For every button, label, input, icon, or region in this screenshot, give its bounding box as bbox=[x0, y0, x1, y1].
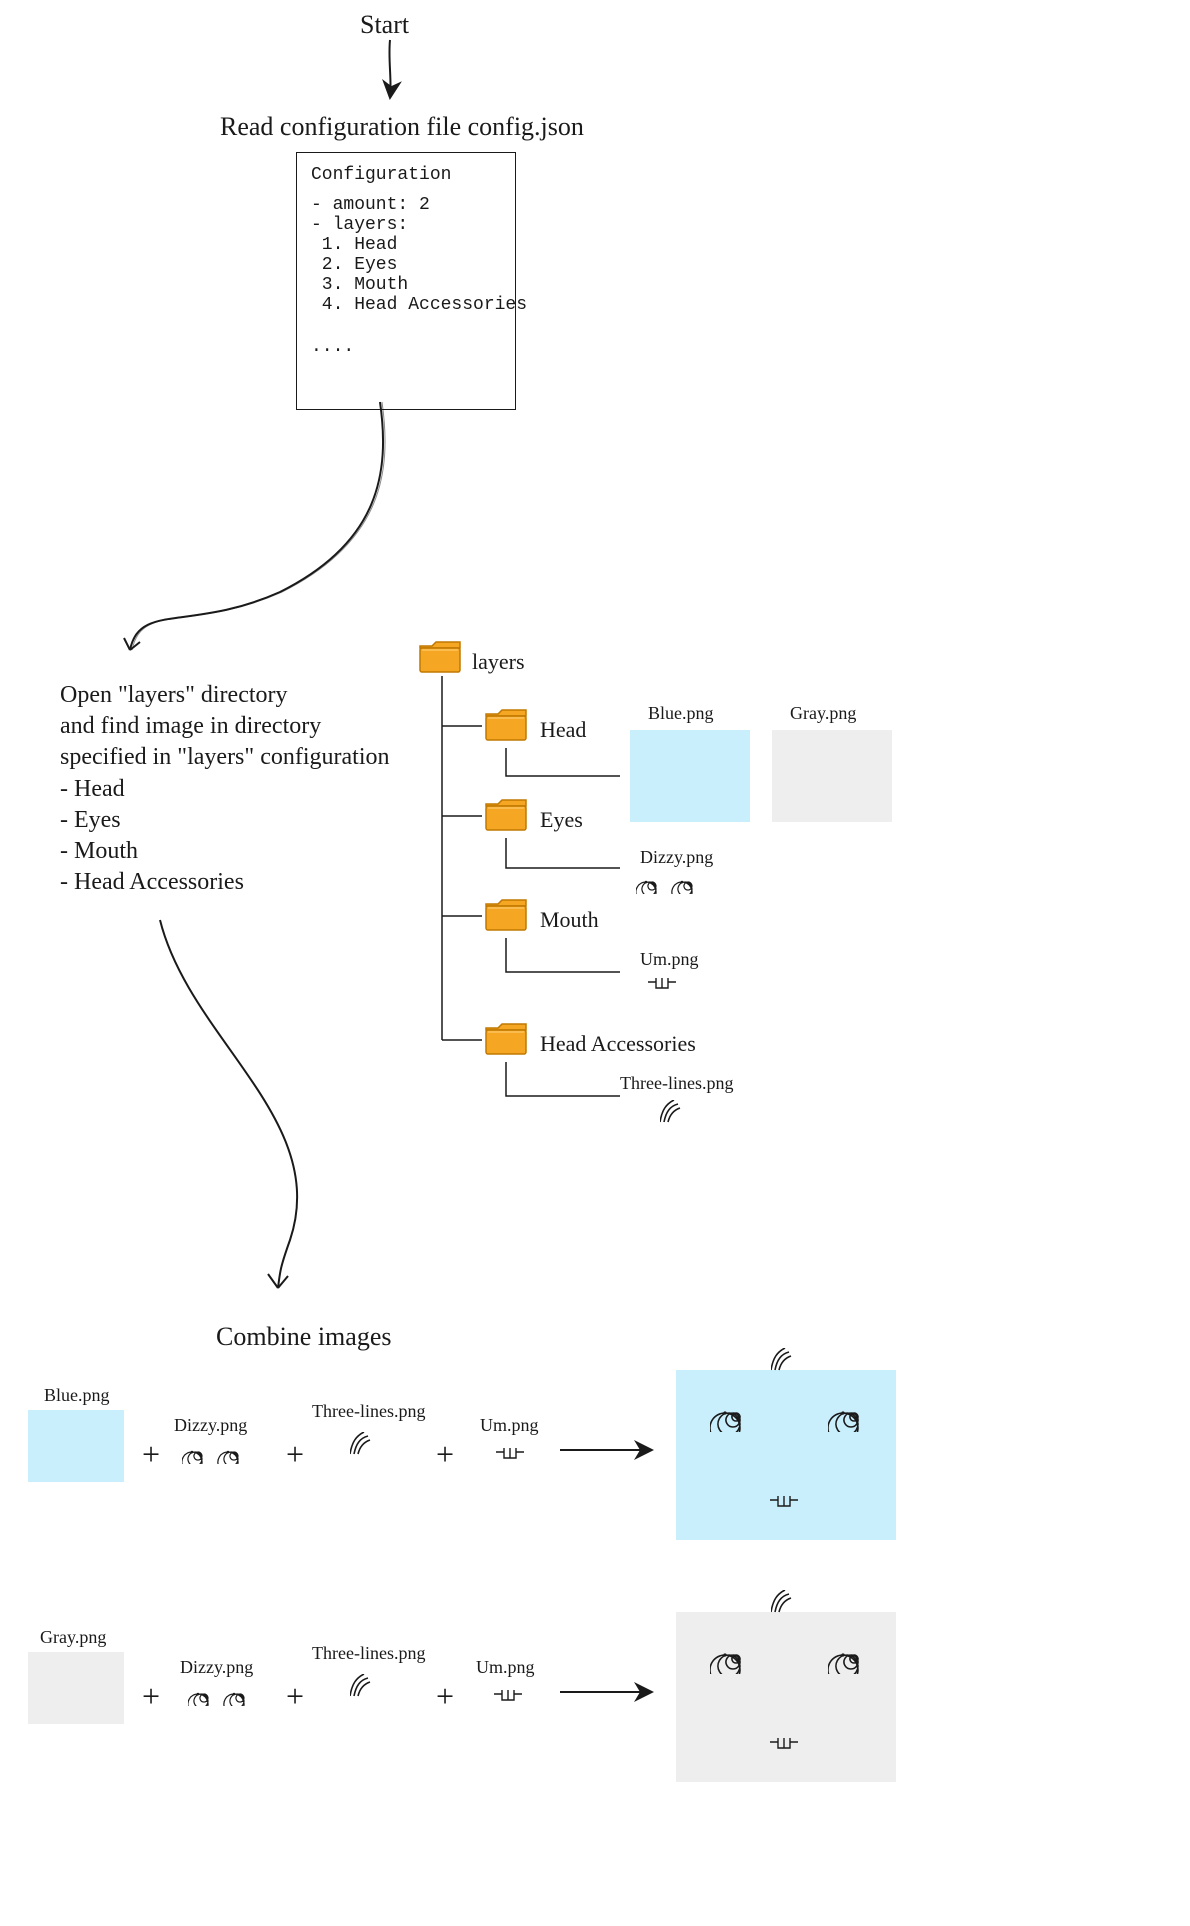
folder-root-label: layers bbox=[472, 648, 525, 677]
folder-mouth-label: Mouth bbox=[540, 906, 599, 935]
row2-result-eye-left-icon bbox=[710, 1640, 744, 1674]
dizzy-eyes-preview bbox=[636, 872, 696, 894]
config-ellipsis: .... bbox=[311, 337, 501, 357]
folder-eyes-label: Eyes bbox=[540, 806, 583, 835]
config-layer-2: 2. Eyes bbox=[311, 255, 501, 275]
file-um-label: Um.png bbox=[640, 948, 699, 971]
config-title: Configuration bbox=[311, 165, 501, 185]
file-blue-label: Blue.png bbox=[648, 702, 714, 725]
row2-head-label: Gray.png bbox=[40, 1626, 106, 1649]
config-line-amount: - amount: 2 bbox=[311, 195, 501, 215]
row1-hair-preview bbox=[350, 1432, 376, 1458]
start-label: Start bbox=[360, 8, 409, 42]
config-layer-3: 3. Mouth bbox=[311, 275, 501, 295]
row2-head-swatch bbox=[28, 1652, 124, 1724]
row1-eyes-preview bbox=[182, 1442, 242, 1464]
step1-heading: Read configuration file config.json bbox=[220, 110, 584, 144]
config-layer-4: 4. Head Accessories bbox=[311, 295, 501, 315]
row1-result bbox=[676, 1370, 896, 1540]
row2-mouth-preview bbox=[494, 1688, 524, 1702]
row2-eyes-label: Dizzy.png bbox=[180, 1656, 253, 1679]
row2-result-mouth-icon bbox=[770, 1736, 804, 1752]
arrow-step2-to-step3 bbox=[150, 920, 390, 1300]
config-line-layers: - layers: bbox=[311, 215, 501, 235]
um-mouth-preview bbox=[648, 976, 678, 990]
row1-plus-3: + bbox=[436, 1436, 454, 1473]
row2-plus-2: + bbox=[286, 1678, 304, 1715]
folder-eyes-icon bbox=[484, 798, 528, 832]
row1-arrow bbox=[560, 1440, 660, 1460]
row2-plus-3: + bbox=[436, 1678, 454, 1715]
row1-eyes-label: Dizzy.png bbox=[174, 1414, 247, 1437]
row2-result-eye-right-icon bbox=[828, 1640, 862, 1674]
file-gray-label: Gray.png bbox=[790, 702, 856, 725]
row1-result-hair-icon bbox=[771, 1348, 801, 1376]
step3-heading: Combine images bbox=[216, 1320, 391, 1354]
row1-result-eye-left-icon bbox=[710, 1398, 744, 1432]
row2-plus-1: + bbox=[142, 1678, 160, 1715]
swatch-gray bbox=[772, 730, 892, 822]
folder-accessories-label: Head Accessories bbox=[540, 1030, 696, 1059]
arrow-start-to-step1 bbox=[380, 40, 400, 102]
row1-result-mouth-icon bbox=[770, 1494, 804, 1510]
folder-head-label: Head bbox=[540, 716, 586, 745]
row2-arrow bbox=[560, 1682, 660, 1702]
config-box: Configuration - amount: 2 - layers: 1. H… bbox=[296, 152, 516, 410]
three-lines-preview bbox=[660, 1100, 686, 1126]
row1-plus-1: + bbox=[142, 1436, 160, 1473]
arrow-step1-to-step2 bbox=[120, 402, 440, 662]
row1-mouth-label: Um.png bbox=[480, 1414, 539, 1437]
row1-head-swatch bbox=[28, 1410, 124, 1482]
row1-result-eye-right-icon bbox=[828, 1398, 862, 1432]
row2-result bbox=[676, 1612, 896, 1782]
step2-text: Open "layers" directory and find image i… bbox=[60, 680, 389, 898]
swatch-blue bbox=[630, 730, 750, 822]
row2-hair-label: Three-lines.png bbox=[312, 1642, 425, 1665]
row1-head-label: Blue.png bbox=[44, 1384, 110, 1407]
file-dizzy-label: Dizzy.png bbox=[640, 846, 713, 869]
config-layer-1: 1. Head bbox=[311, 235, 501, 255]
row2-eyes-preview bbox=[188, 1684, 248, 1706]
row2-mouth-label: Um.png bbox=[476, 1656, 535, 1679]
folder-accessories-icon bbox=[484, 1022, 528, 1056]
row1-plus-2: + bbox=[286, 1436, 304, 1473]
row2-hair-preview bbox=[350, 1674, 376, 1700]
folder-mouth-icon bbox=[484, 898, 528, 932]
row1-mouth-preview bbox=[496, 1446, 526, 1460]
row1-hair-label: Three-lines.png bbox=[312, 1400, 425, 1423]
folder-root-icon bbox=[418, 640, 462, 674]
row2-result-hair-icon bbox=[771, 1590, 801, 1618]
folder-head-icon bbox=[484, 708, 528, 742]
file-threelines-label: Three-lines.png bbox=[620, 1072, 733, 1095]
